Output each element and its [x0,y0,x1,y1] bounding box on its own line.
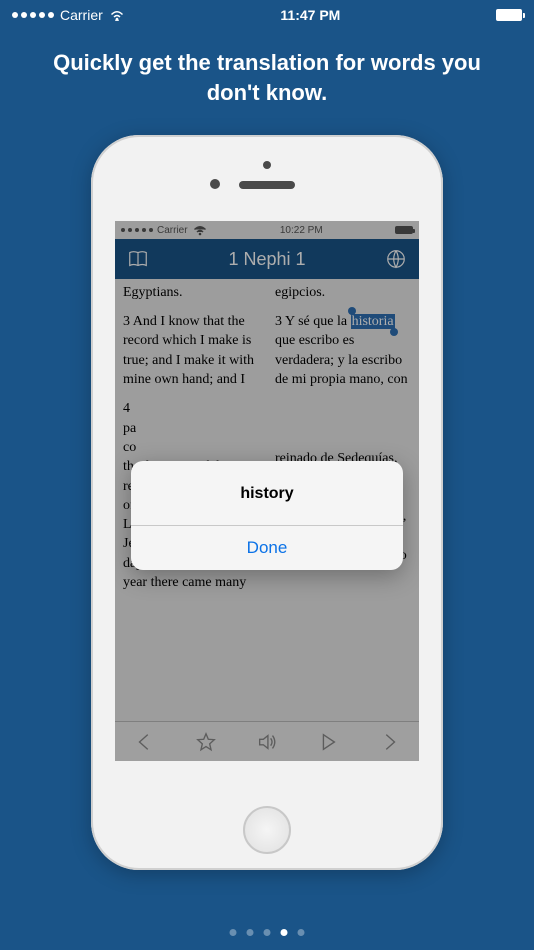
book-icon[interactable] [127,248,149,270]
wifi-icon [109,9,125,21]
selected-word[interactable]: historia [351,314,395,329]
clock: 10:22 PM [280,225,323,236]
battery-icon [496,9,522,21]
home-button[interactable] [243,806,291,854]
signal-strength-icon [121,228,153,232]
wifi-icon [192,224,208,236]
carrier-label: Carrier [60,7,103,23]
camera-dot [263,161,271,169]
verse-fragment: and the language of the Egyptians. [123,279,259,302]
prev-chapter-icon[interactable] [134,731,156,753]
next-chapter-icon[interactable] [378,731,400,753]
page-indicator[interactable] [230,929,305,936]
verse-3-left: 3 And I know that the record which I mak… [123,312,259,389]
play-icon[interactable] [317,731,339,753]
app-navbar: 1 Nephi 1 [115,239,419,279]
onboarding-instruction: Quickly get the translation for words yo… [0,30,534,107]
alert-title: history [131,461,403,525]
phone-screen: Carrier 10:22 PM 1 Nephi 1 and the langu… [115,221,419,761]
favorite-icon[interactable] [195,731,217,753]
bottom-toolbar [115,721,419,761]
done-button[interactable]: Done [131,526,403,570]
globe-icon[interactable] [385,248,407,270]
chapter-title: 1 Nephi 1 [228,249,305,270]
sensor-dot [210,179,220,189]
speaker-slot [239,181,295,189]
carrier-label: Carrier [157,225,188,236]
verse-3-right: 3 Y sé que la historia que escribo es ve… [275,312,411,389]
battery-icon [395,226,413,234]
phone-device-frame: Carrier 10:22 PM 1 Nephi 1 and the langu… [91,135,443,870]
device-status-bar: Carrier 11:47 PM [0,0,534,30]
verse-fragment: y el idioma de los egipcios. [275,279,411,302]
clock: 11:47 PM [280,7,340,23]
signal-strength-icon [12,12,54,18]
audio-icon[interactable] [256,731,278,753]
translation-alert: history Done [131,461,403,570]
app-status-bar: Carrier 10:22 PM [115,221,419,239]
